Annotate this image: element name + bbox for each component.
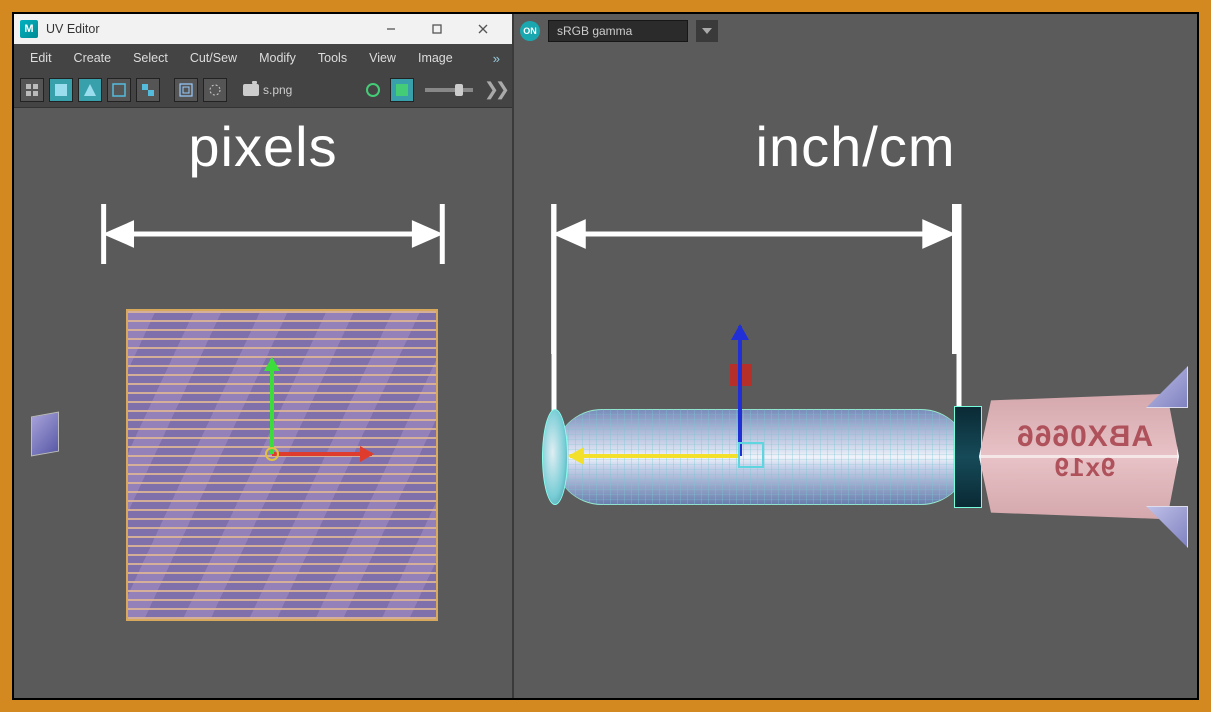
uv-dim-slider[interactable] — [425, 88, 473, 92]
window-titlebar[interactable]: M UV Editor — [14, 14, 512, 44]
window-maximize-button[interactable] — [414, 14, 460, 44]
uv-bracket-icon[interactable]: ❯❯ — [484, 79, 506, 100]
uv-move-gizmo[interactable] — [272, 454, 273, 455]
gizmo-y-axis-icon[interactable] — [738, 326, 742, 456]
uv-isolate-icon[interactable] — [203, 78, 227, 102]
menu-image[interactable]: Image — [408, 47, 463, 69]
mesh-casing-stamp: ABX0666 9x19 — [992, 420, 1177, 483]
stamp-line2: 9x19 — [992, 452, 1177, 483]
menu-overflow-icon[interactable]: » — [493, 51, 506, 66]
texture-filename-label: s.png — [263, 83, 292, 97]
maya-app-icon: M — [20, 20, 38, 38]
annotation-pixels-dimension — [14, 204, 512, 264]
gizmo-origin-icon[interactable] — [265, 447, 279, 461]
uv-menu-bar: Edit Create Select Cut/Sew Modify Tools … — [14, 44, 512, 72]
uv-checker-icon[interactable] — [136, 78, 160, 102]
mesh-cylinder-cap[interactable] — [542, 409, 568, 505]
viewport-3d[interactable]: ABX0666 9x19 — [514, 14, 1197, 698]
stamp-line1: ABX0666 — [1016, 420, 1153, 453]
menu-tools[interactable]: Tools — [308, 47, 357, 69]
uv-channel-icon[interactable] — [361, 78, 385, 102]
mesh-fin-top[interactable] — [1146, 366, 1188, 408]
menu-create[interactable]: Create — [64, 47, 122, 69]
window-close-button[interactable] — [460, 14, 506, 44]
uv-layout-icon[interactable] — [390, 78, 414, 102]
uv-shaded-icon[interactable] — [49, 78, 73, 102]
gizmo-plane-handle-icon[interactable] — [738, 442, 764, 468]
snapshot-icon — [243, 84, 259, 96]
annotation-pixels-label: pixels — [14, 114, 512, 179]
window-minimize-button[interactable] — [368, 14, 414, 44]
mesh-base-ring[interactable] — [954, 406, 982, 508]
menu-edit[interactable]: Edit — [20, 47, 62, 69]
menu-cutsew[interactable]: Cut/Sew — [180, 47, 247, 69]
screenshot-frame: M UV Editor Edit Create Select Cut/Sew M… — [12, 12, 1199, 700]
uv-wire-icon[interactable] — [107, 78, 131, 102]
window-title: UV Editor — [46, 22, 368, 36]
uv-toolbar: s.png ❯❯ — [14, 72, 512, 108]
menu-select[interactable]: Select — [123, 47, 178, 69]
menu-modify[interactable]: Modify — [249, 47, 306, 69]
uv-distortion-icon[interactable] — [78, 78, 102, 102]
uv-editor-window: M UV Editor Edit Create Select Cut/Sew M… — [14, 14, 514, 698]
uv-grid-icon[interactable] — [20, 78, 44, 102]
uv-dimmer-icon[interactable] — [174, 78, 198, 102]
mesh-fin-bottom[interactable] — [1146, 506, 1188, 548]
menu-view[interactable]: View — [359, 47, 406, 69]
uv-shell-fragment[interactable] — [31, 412, 59, 457]
viewport-panel[interactable]: ON sRGB gamma inch/cm — [514, 14, 1197, 698]
uv-shell-main[interactable] — [126, 309, 438, 621]
uv-texture-name[interactable]: s.png — [243, 83, 292, 97]
gizmo-x-axis-icon[interactable] — [570, 454, 740, 458]
gizmo-v-axis-icon[interactable] — [270, 359, 274, 454]
gizmo-u-axis-icon[interactable] — [272, 452, 372, 456]
